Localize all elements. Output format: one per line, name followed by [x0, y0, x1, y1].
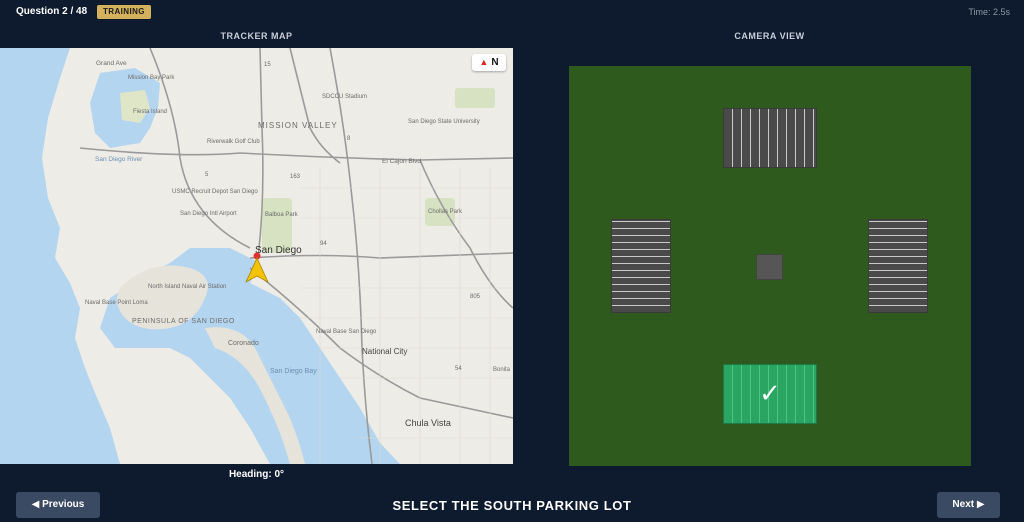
east-parking-lot[interactable] — [868, 219, 928, 313]
map-label-road-15: 15 — [264, 62, 271, 68]
map-label-bonita: Bonita — [493, 367, 511, 373]
map-label-sd-river: San Diego River — [95, 156, 143, 163]
task-instruction: SELECT THE SOUTH PARKING LOT — [392, 498, 632, 513]
map-label-el-cajon: El Cajon Blvd — [382, 158, 421, 165]
north-indicator: ▲ N — [472, 54, 506, 71]
north-parking-lot[interactable] — [723, 108, 817, 168]
map-label-road-805: 805 — [470, 294, 481, 300]
map-label-point-loma: Naval Base Point Loma — [85, 300, 148, 306]
north-arrow-icon: ▲ — [479, 57, 489, 67]
tracker-map[interactable]: Grand Ave Mission Bay Park Fiesta Island… — [0, 48, 513, 464]
camera-view-title: CAMERA VIEW — [734, 31, 805, 41]
previous-button[interactable]: ◀ Previous — [16, 492, 100, 518]
heading-readout: Heading: 0° — [228, 469, 285, 480]
park-shape — [455, 88, 495, 108]
map-label-riverwalk: Riverwalk Golf Club — [207, 139, 260, 145]
timer: Time: 2.5s — [968, 7, 1010, 17]
tracker-map-title: TRACKER MAP — [220, 31, 293, 41]
map-label-chula-vista: Chula Vista — [405, 418, 451, 428]
training-badge: TRAINING — [97, 5, 151, 19]
map-label-san-diego: San Diego — [255, 245, 302, 256]
next-button[interactable]: Next ▶ — [937, 492, 1000, 518]
camera-view: ✓ — [569, 66, 971, 466]
map-label-north-island: North Island Naval Air Station — [148, 284, 226, 290]
map-label-mission-valley: MISSION VALLEY — [258, 121, 338, 130]
map-label-sdccu: SDCCU Stadium — [322, 94, 367, 100]
question-counter: Question 2 / 48 — [16, 6, 88, 17]
map-label-chollas: Chollas Park — [428, 209, 463, 215]
map-label-mission-bay-park: Mission Bay Park — [128, 75, 175, 81]
map-label-naval-base-sd: Naval Base San Diego — [316, 329, 377, 335]
map-label-road-54: 54 — [455, 366, 462, 372]
map-label-usmc: USMC Recruit Depot San Diego — [172, 189, 258, 195]
map-label-fiesta-island: Fiesta Island — [133, 109, 167, 115]
map-label-airport: San Diego Intl Airport — [180, 211, 237, 217]
map-label-national-city: National City — [362, 347, 407, 356]
map-label-balboa: Balboa Park — [265, 212, 299, 218]
top-bar: Question 2 / 48 TRAINING Time: 2.5s — [0, 0, 1024, 24]
map-label-peninsula: PENINSULA OF SAN DIEGO — [132, 318, 235, 325]
west-parking-lot[interactable] — [611, 219, 671, 313]
map-canvas: Grand Ave Mission Bay Park Fiesta Island… — [0, 48, 513, 464]
central-building — [756, 254, 783, 280]
map-label-sdsu: San Diego State University — [408, 119, 480, 125]
map-label-road-94: 94 — [320, 241, 327, 247]
checkmark-icon: ✓ — [759, 379, 781, 409]
map-label-coronado: Coronado — [228, 340, 259, 347]
map-label-road-163: 163 — [290, 174, 301, 180]
map-label-grand-ave: Grand Ave — [96, 60, 127, 67]
map-label-sd-bay: San Diego Bay — [270, 368, 317, 375]
north-label: N — [491, 57, 499, 68]
south-parking-lot[interactable]: ✓ — [723, 364, 817, 424]
